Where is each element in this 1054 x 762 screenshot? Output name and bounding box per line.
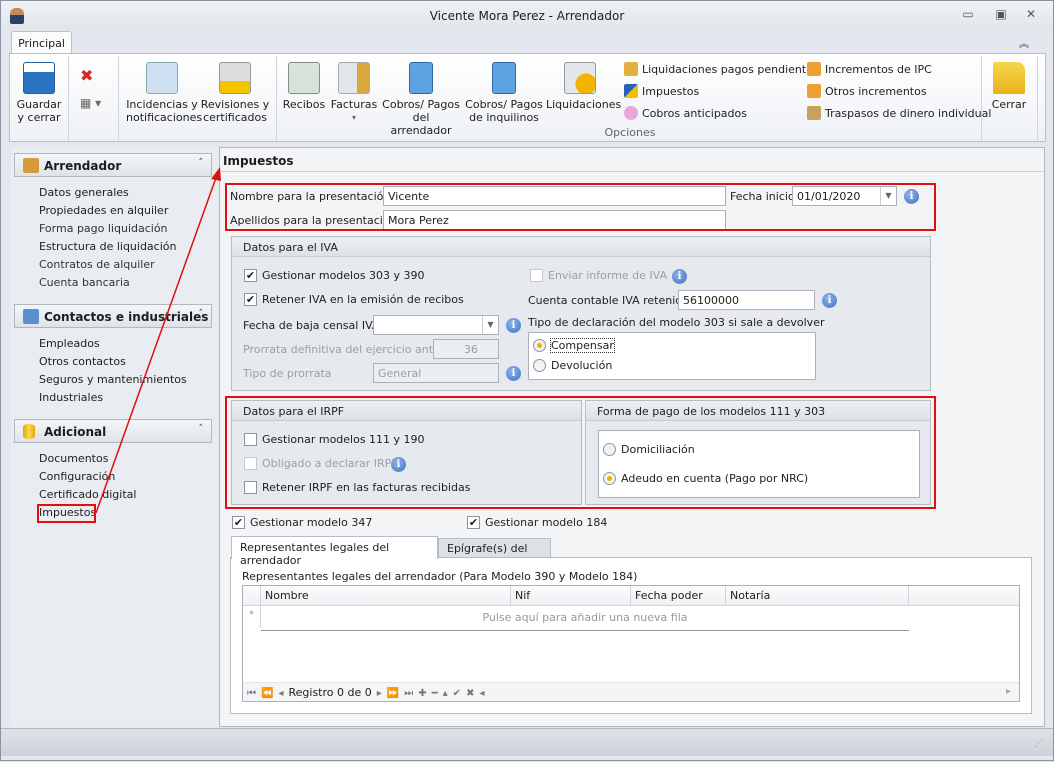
- app-window: Vicente Mora Perez - Arrendador ▭ ▣ ✕ Pr…: [0, 0, 1054, 761]
- annotation-arrow: [95, 167, 221, 514]
- tab-representantes[interactable]: Representantes legales del arrendador: [231, 536, 438, 567]
- status-bar: ⋰: [1, 728, 1053, 756]
- resize-grip-icon[interactable]: ⋰: [1034, 739, 1043, 749]
